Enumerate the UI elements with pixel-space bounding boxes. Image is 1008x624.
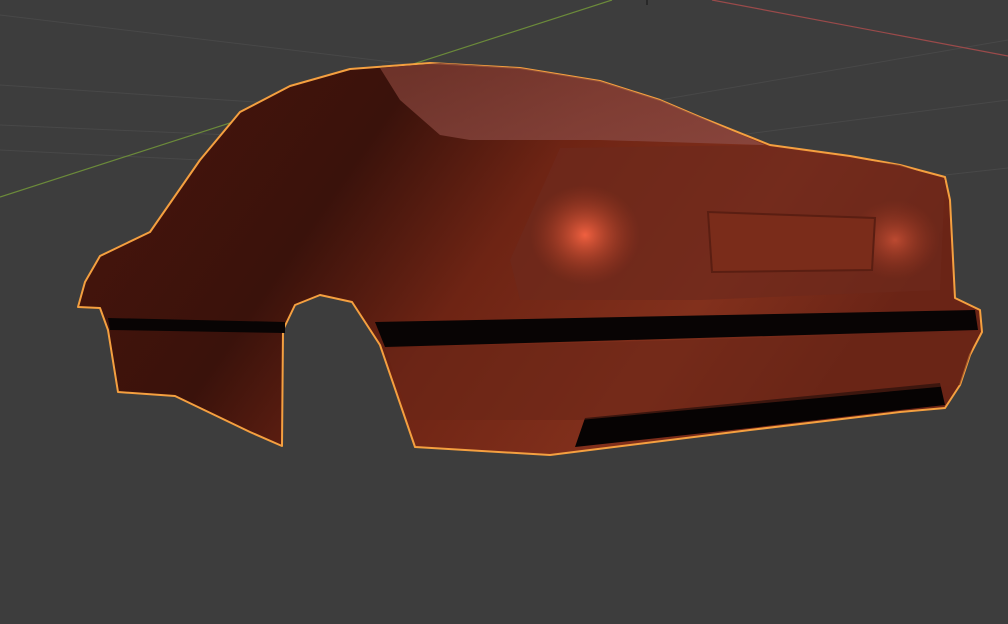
roof-panel (380, 63, 765, 145)
car-body-mesh[interactable] (77, 62, 983, 456)
taillight-left (530, 185, 640, 285)
3d-viewport[interactable] (0, 0, 1008, 624)
x-axis-line (711, 0, 1008, 57)
license-plate-recess (706, 210, 877, 274)
